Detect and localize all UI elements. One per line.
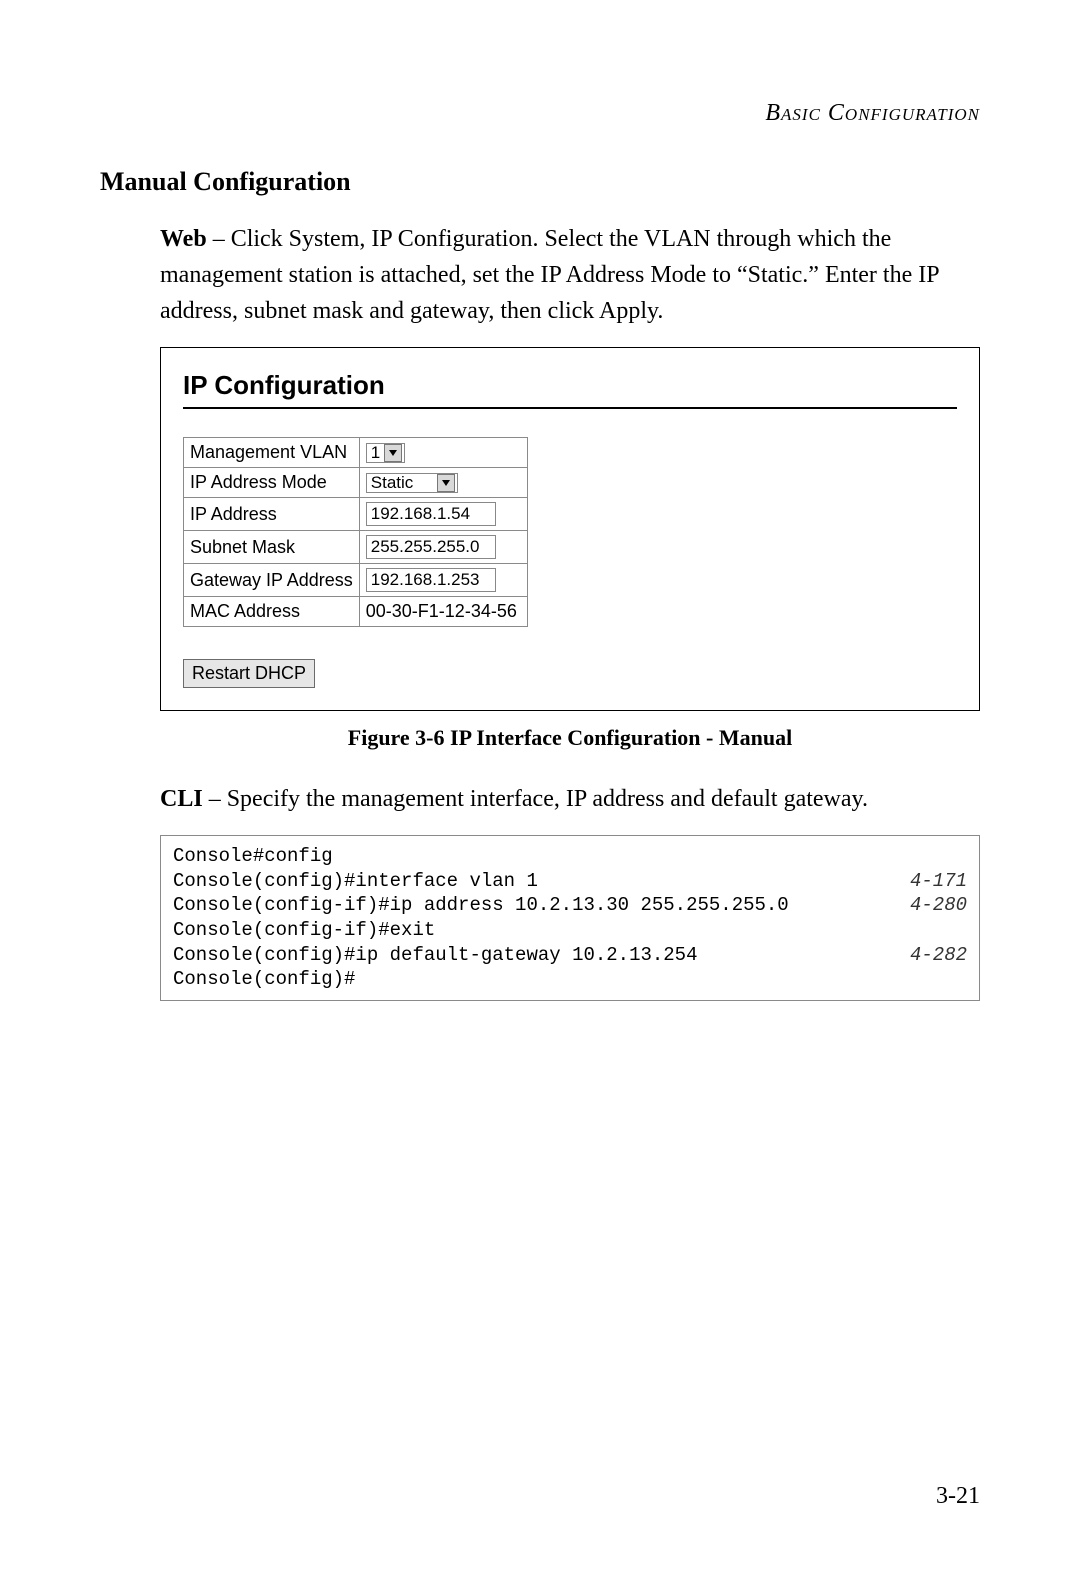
row-ip-address-mode: IP Address Mode Static [184,468,528,498]
cli-cmd: Console(config-if)#ip address 10.2.13.30… [173,893,789,918]
cell-management-vlan: 1 [359,438,527,468]
subnet-mask-input[interactable]: 255.255.255.0 [366,535,496,559]
row-gateway: Gateway IP Address 192.168.1.253 [184,564,528,597]
cli-line: Console(config-if)#ip address 10.2.13.30… [173,893,967,918]
cli-line: Console(config-if)#exit [173,918,967,943]
cli-cmd: Console(config)#ip default-gateway 10.2.… [173,943,698,968]
web-paragraph: Web – Click System, IP Configuration. Se… [160,221,980,329]
cli-ref: 4-282 [890,943,967,968]
dropdown-arrow-icon [384,444,402,462]
web-lead: Web [160,226,207,252]
row-management-vlan: Management VLAN 1 [184,438,528,468]
cell-gateway: 192.168.1.253 [359,564,527,597]
label-gateway: Gateway IP Address [184,564,360,597]
figure-caption: Figure 3-6 IP Interface Configuration - … [160,725,980,751]
dropdown-arrow-icon [437,474,455,492]
label-mac-address: MAC Address [184,597,360,627]
row-ip-address: IP Address 192.168.1.54 [184,498,528,531]
ip-config-form: Management VLAN 1 IP Address Mode Static [183,437,528,627]
cli-cmd: Console(config)# [173,967,355,992]
panel-title: IP Configuration [183,370,957,401]
label-ip-address-mode: IP Address Mode [184,468,360,498]
management-vlan-value: 1 [371,443,380,463]
section-title: Manual Configuration [100,167,980,197]
cell-mac-address: 00-30-F1-12-34-56 [359,597,527,627]
ip-address-mode-value: Static [371,473,414,493]
management-vlan-select[interactable]: 1 [366,443,405,463]
ip-address-input[interactable]: 192.168.1.54 [366,502,496,526]
page: Basic Configuration Manual Configuration… [0,0,1080,1570]
cell-ip-address: 192.168.1.54 [359,498,527,531]
cli-line: Console(config)#interface vlan 1 4-171 [173,869,967,894]
cli-ref [947,918,967,943]
cli-ref: 4-280 [890,893,967,918]
restart-dhcp-button[interactable]: Restart DHCP [183,659,315,688]
ip-config-panel: IP Configuration Management VLAN 1 IP Ad… [160,347,980,711]
row-mac-address: MAC Address 00-30-F1-12-34-56 [184,597,528,627]
label-management-vlan: Management VLAN [184,438,360,468]
label-subnet-mask: Subnet Mask [184,531,360,564]
cli-line: Console(config)#ip default-gateway 10.2.… [173,943,967,968]
cli-listing: Console#config Console(config)#interface… [160,835,980,1001]
panel-divider [183,407,957,409]
cli-cmd: Console#config [173,844,333,869]
row-subnet-mask: Subnet Mask 255.255.255.0 [184,531,528,564]
page-number: 3-21 [936,1483,980,1510]
cli-paragraph: CLI – Specify the management interface, … [160,781,980,817]
mac-address-value: 00-30-F1-12-34-56 [366,601,517,621]
gateway-input[interactable]: 192.168.1.253 [366,568,496,592]
cli-cmd: Console(config)#interface vlan 1 [173,869,538,894]
cli-text: – Specify the management interface, IP a… [203,786,868,812]
cli-cmd: Console(config-if)#exit [173,918,435,943]
cli-ref [947,844,967,869]
cli-line: Console(config)# [173,967,967,992]
ip-address-mode-select[interactable]: Static [366,473,459,493]
cli-ref [947,967,967,992]
cell-ip-address-mode: Static [359,468,527,498]
web-text: – Click System, IP Configuration. Select… [160,226,939,324]
cli-ref: 4-171 [890,869,967,894]
cli-lead: CLI [160,786,203,812]
cell-subnet-mask: 255.255.255.0 [359,531,527,564]
running-head: Basic Configuration [100,100,980,127]
cli-line: Console#config [173,844,967,869]
label-ip-address: IP Address [184,498,360,531]
